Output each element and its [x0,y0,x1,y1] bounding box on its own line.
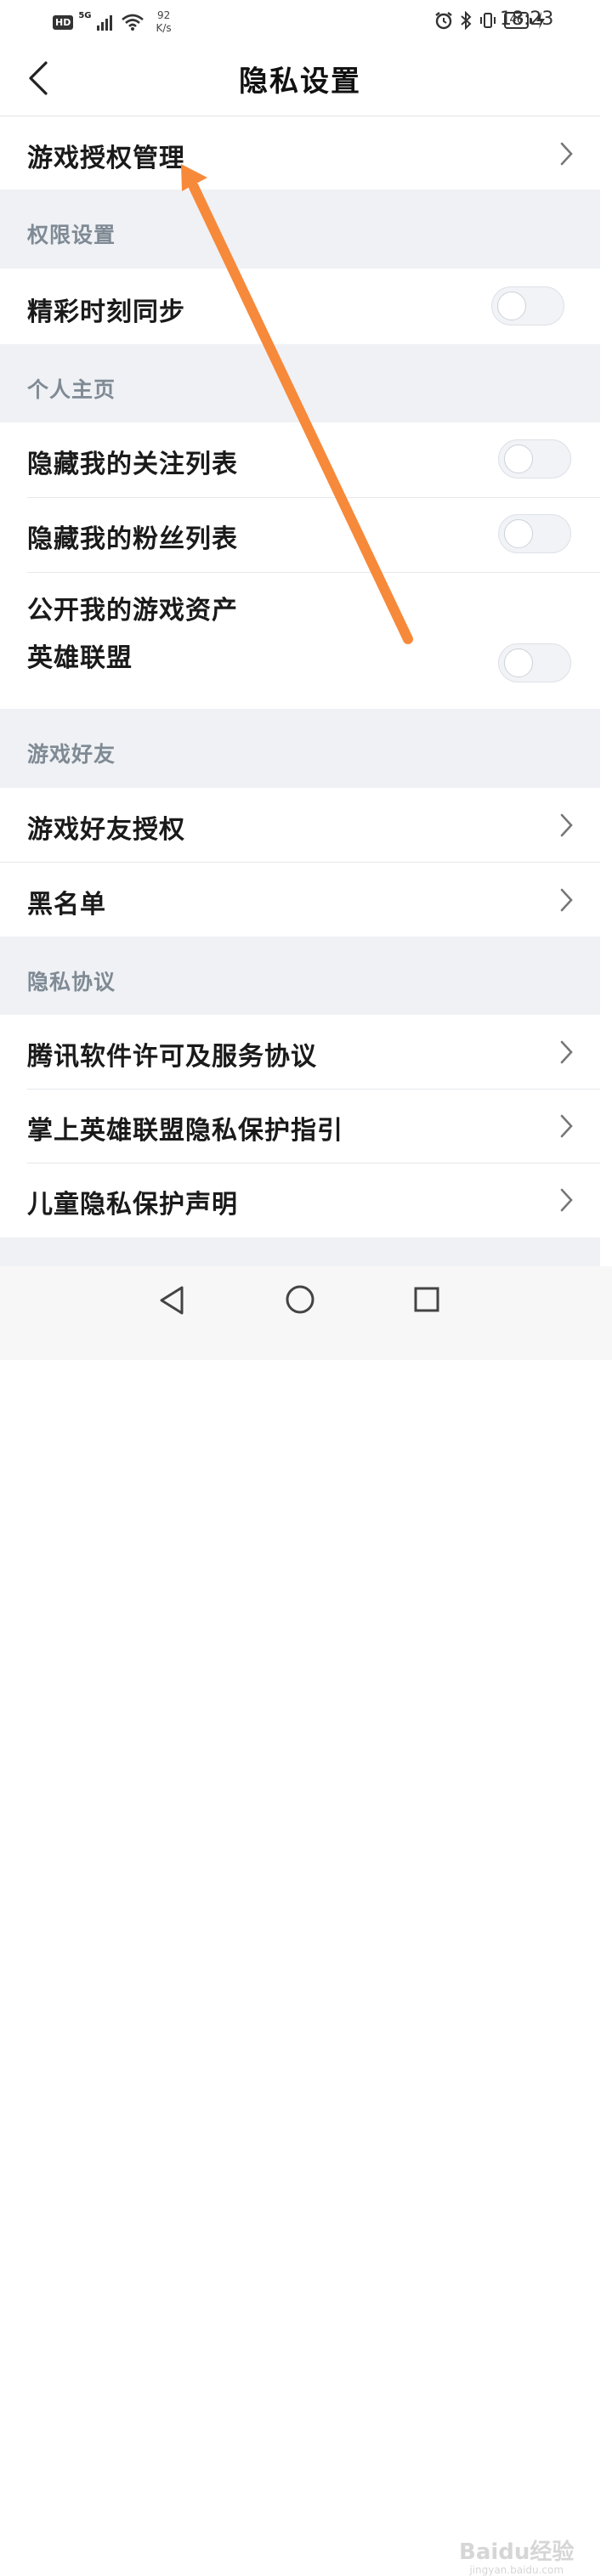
net-speed: 92 K/s [156,9,172,35]
row-label: 游戏好友授权 [27,815,185,845]
clock: 18:23 [500,8,554,30]
toggle-knob [504,444,533,473]
hd-badge: HD [53,14,74,30]
toggle-knob [504,648,533,677]
watermark-brand: Baidu经验 [459,2539,575,2565]
divider [27,497,600,498]
row-label: 公开我的游戏资产 [27,596,238,626]
row-label: 游戏授权管理 [27,144,185,173]
vibrate-icon [480,13,496,28]
section-profile: 个人主页 [0,344,600,422]
row-hide-fans: 隐藏我的粉丝列表 [0,497,600,572]
public-assets-toggle[interactable] [498,643,571,682]
divider [27,1089,600,1090]
hide-fans-toggle[interactable] [498,514,571,553]
row-tencent-license[interactable]: 腾讯软件许可及服务协议 [0,1015,600,1089]
divider [27,572,600,573]
section-title: 游戏好友 [27,742,116,767]
section-title: 个人主页 [27,377,116,402]
toggle-knob [497,292,526,320]
row-game-authorization[interactable]: 游戏授权管理 [0,116,600,190]
recents-square-icon[interactable] [413,1286,440,1313]
row-child-privacy[interactable]: 儿童隐私保护声明 [0,1163,600,1237]
list-bottom-spacer [0,1237,600,1266]
hide-following-toggle[interactable] [498,439,571,478]
row-sublabel-game: 英雄联盟 [27,643,133,673]
page-title: 隐私设置 [239,65,361,99]
row-label: 黑名单 [27,890,106,920]
row-label: 儿童隐私保护声明 [27,1190,238,1220]
row-label: 隐藏我的粉丝列表 [27,524,238,554]
chevron-right-icon [560,1114,573,1138]
header: 隐私设置 [0,41,600,116]
status-bar: HD 5G 92 K/s 46 18:23 [0,0,612,41]
row-friend-authorization[interactable]: 游戏好友授权 [0,788,600,862]
wifi-icon [121,14,144,31]
row-public-game-assets: 公开我的游戏资产 英雄联盟 [0,572,600,709]
row-hide-following: 隐藏我的关注列表 [0,422,600,497]
highlight-sync-toggle[interactable] [491,286,564,326]
section-permissions: 权限设置 [0,190,600,269]
home-circle-icon[interactable] [285,1284,315,1315]
alarm-icon [435,12,453,30]
chevron-right-icon [560,813,573,837]
row-privacy-guide[interactable]: 掌上英雄联盟隐私保护指引 [0,1089,600,1163]
row-label: 腾讯软件许可及服务协议 [27,1042,317,1072]
row-blacklist[interactable]: 黑名单 [0,862,600,937]
watermark-domain: jingyan.baidu.com [469,2564,564,2576]
signal-icon [96,15,112,31]
net-speed-unit: K/s [156,22,172,34]
chevron-right-icon [560,888,573,912]
bluetooth-icon [461,11,472,30]
chevron-right-icon [560,1188,573,1212]
row-label: 掌上英雄联盟隐私保护指引 [27,1116,343,1146]
system-nav-bar: Baidu经验 jingyan.baidu.com [0,1266,612,2576]
row-highlight-sync: 精彩时刻同步 [0,269,600,344]
section-title: 隐私协议 [27,970,116,994]
row-label: 隐藏我的关注列表 [27,450,238,479]
section-friends: 游戏好友 [0,709,600,788]
section-agreements: 隐私协议 [0,937,600,1015]
network-type: 5G [78,10,92,20]
chevron-right-icon [560,142,573,166]
chevron-right-icon [560,1040,573,1064]
baidu-jingyan-watermark: Baidu经验 jingyan.baidu.com [459,2534,574,2576]
row-label: 精彩时刻同步 [27,297,185,327]
net-speed-value: 92 [156,9,171,21]
back-triangle-icon[interactable] [158,1285,187,1316]
toggle-knob [504,519,533,548]
section-title: 权限设置 [27,223,116,247]
settings-list: 游戏授权管理 权限设置 精彩时刻同步 个人主页 隐藏我的关注列表 隐藏我的粉丝列… [0,116,600,1237]
